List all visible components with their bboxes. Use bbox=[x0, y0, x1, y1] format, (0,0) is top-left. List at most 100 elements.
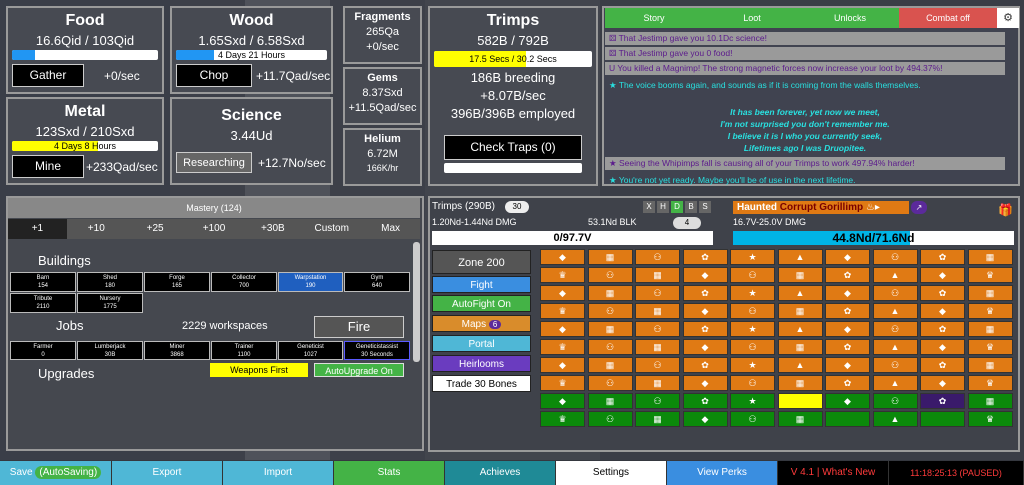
settings-button[interactable]: Settings bbox=[556, 461, 667, 485]
grid-cell: ⚇ bbox=[872, 285, 918, 301]
trimps-panel: Trimps 582B / 792B 17.5 Secs / 30.2 Secs… bbox=[428, 6, 598, 186]
building-collector[interactable]: Collector 700 bbox=[211, 272, 277, 292]
stance-b[interactable]: B bbox=[685, 201, 697, 213]
grid-cell: ♛ bbox=[540, 303, 585, 319]
save-button[interactable]: Save (AutoSaving) bbox=[0, 461, 112, 485]
trimps-badge: 30 bbox=[505, 201, 529, 213]
heirlooms-button[interactable]: Heirlooms bbox=[432, 355, 531, 372]
fragments-title: Fragments bbox=[354, 11, 411, 23]
mine-button[interactable]: Mine bbox=[12, 155, 84, 178]
building-tribute[interactable]: Tribute 2110 bbox=[10, 293, 76, 313]
helium-rate: 166K/hr bbox=[366, 163, 399, 173]
buy-amount-1[interactable]: +1 bbox=[8, 219, 67, 239]
log-line-2: ⚄ That Jestimp gave you 0 food! bbox=[605, 47, 1005, 60]
metal-bar: 4 Days 8 Hours bbox=[12, 141, 158, 151]
log-tab-story[interactable]: Story bbox=[605, 8, 703, 28]
building-warpstation[interactable]: Warpstation 190 bbox=[278, 272, 343, 292]
grid-cell: ▦ bbox=[967, 393, 1013, 409]
log-tab-unlocks[interactable]: Unlocks bbox=[801, 8, 899, 28]
stance-x[interactable]: X bbox=[643, 201, 655, 213]
grid-cell: ▦ bbox=[635, 375, 680, 391]
building-forge[interactable]: Forge 165 bbox=[144, 272, 210, 292]
grid-cell: ◆ bbox=[682, 303, 728, 319]
star-icon: ★ bbox=[609, 175, 619, 185]
grid-cell: ⚇ bbox=[635, 285, 680, 301]
grid-cell: ▦ bbox=[635, 339, 680, 355]
grid-cell: ◆ bbox=[682, 339, 728, 355]
chop-button[interactable]: Chop bbox=[176, 64, 252, 87]
researching-button[interactable]: Researching bbox=[176, 152, 252, 173]
grid-cell: ⚇ bbox=[730, 339, 775, 355]
import-button[interactable]: Import bbox=[223, 461, 334, 485]
grid-cell: ⚇ bbox=[730, 303, 775, 319]
building-barn[interactable]: Barn 154 bbox=[10, 272, 76, 292]
stats-button[interactable]: Stats bbox=[334, 461, 445, 485]
grid-cell: ◆ bbox=[682, 267, 728, 283]
log-poem-1: It has been forever, yet now we meet, bbox=[730, 107, 880, 117]
grid-cell: ⚇ bbox=[872, 321, 918, 337]
fire-icon: ♨▸ bbox=[865, 202, 880, 213]
job-farmer[interactable]: Farmer 0 bbox=[10, 341, 76, 360]
grid-cell: ▦ bbox=[777, 267, 823, 283]
food-rate: +0/sec bbox=[104, 69, 140, 83]
log-tab-loot[interactable]: Loot bbox=[703, 8, 801, 28]
grid-cell: ♛ bbox=[967, 411, 1013, 427]
enemy-ability-icon[interactable]: ↗ bbox=[911, 201, 927, 214]
buy-amount-25[interactable]: +25 bbox=[126, 219, 185, 239]
buy-amount-100[interactable]: +100 bbox=[185, 219, 244, 239]
log-tab-combat[interactable]: Combat off bbox=[899, 8, 997, 28]
metal-title: Metal bbox=[64, 103, 106, 120]
buy-amount-10[interactable]: +10 bbox=[67, 219, 126, 239]
grid-cell: ♛ bbox=[967, 339, 1013, 355]
enemy-dmg: 16.7V-25.0V DMG bbox=[733, 217, 807, 227]
gift-icon[interactable]: 🎁 bbox=[998, 203, 1013, 217]
check-traps-button[interactable]: Check Traps (0) bbox=[444, 135, 582, 160]
maps-button[interactable]: Maps 6 bbox=[432, 315, 531, 332]
science-title: Science bbox=[221, 107, 282, 124]
grid-cell: ♛ bbox=[967, 303, 1013, 319]
building-gym[interactable]: Gym 640 bbox=[344, 272, 410, 292]
building-shed[interactable]: Shed 180 bbox=[77, 272, 143, 292]
job-geneticist[interactable]: Geneticist 1027 bbox=[278, 341, 343, 360]
view-perks-button[interactable]: View Perks bbox=[667, 461, 778, 485]
grid-cell: ◆ bbox=[825, 249, 870, 265]
grid-cell: ♛ bbox=[540, 267, 585, 283]
food-amount: 16.6Qid / 103Qid bbox=[35, 33, 135, 48]
trimps-title: Trimps bbox=[486, 12, 540, 29]
mastery-bar[interactable]: Mastery (124) bbox=[8, 198, 420, 218]
grid-cell: ⚇ bbox=[587, 375, 633, 391]
enemy-name: Corrupt Gorillimp bbox=[779, 202, 864, 213]
fire-button[interactable]: Fire bbox=[314, 316, 404, 338]
autosave-badge: (AutoSaving) bbox=[35, 466, 102, 479]
trade-bones-button[interactable]: Trade 30 Bones bbox=[432, 375, 531, 392]
version-button[interactable]: V 4.1 | What's New bbox=[778, 461, 889, 485]
buy-amount-30b[interactable]: +30B bbox=[243, 219, 302, 239]
grid-cell: ▦ bbox=[967, 285, 1013, 301]
autoupgrade-button[interactable]: AutoUpgrade On bbox=[314, 363, 404, 377]
gather-button[interactable]: Gather bbox=[12, 64, 84, 87]
trimp-dmg: 1.20Nd-1.44Nd DMG bbox=[432, 217, 517, 227]
job-miner[interactable]: Miner 3868 bbox=[144, 341, 210, 360]
weapons-first-button[interactable]: Weapons First bbox=[210, 363, 308, 377]
stance-s[interactable]: S bbox=[699, 201, 711, 213]
buy-amount-max[interactable]: Max bbox=[361, 219, 420, 239]
build-scrollbar[interactable] bbox=[413, 242, 420, 362]
stance-h[interactable]: H bbox=[657, 201, 669, 213]
enemy-health-text: 44.8Nd/71.6Nd bbox=[832, 231, 915, 245]
job-geneticistassist[interactable]: Geneticistassist 30 Seconds bbox=[344, 341, 410, 360]
job-lumberjack[interactable]: Lumberjack 30B bbox=[77, 341, 143, 360]
portal-button[interactable]: Portal bbox=[432, 335, 531, 352]
grid-cell: ▦ bbox=[587, 249, 633, 265]
job-trainer[interactable]: Trainer 1100 bbox=[211, 341, 277, 360]
stance-d[interactable]: D bbox=[671, 201, 683, 213]
fight-button[interactable]: Fight bbox=[432, 276, 531, 293]
building-nursery[interactable]: Nursery 1775 bbox=[77, 293, 143, 313]
buy-amount-custom[interactable]: Custom bbox=[302, 219, 361, 239]
helium-title: Helium bbox=[364, 133, 401, 145]
export-button[interactable]: Export bbox=[112, 461, 223, 485]
achieves-button[interactable]: Achieves bbox=[445, 461, 556, 485]
gear-icon[interactable]: ⚙ bbox=[997, 8, 1019, 28]
log-poem-2: I'm not surprised you don't remember me. bbox=[720, 119, 890, 129]
autofight-button[interactable]: AutoFight On bbox=[432, 295, 531, 312]
log-line-6: ★ You're not yet ready. Maybe you'll be … bbox=[609, 175, 856, 185]
